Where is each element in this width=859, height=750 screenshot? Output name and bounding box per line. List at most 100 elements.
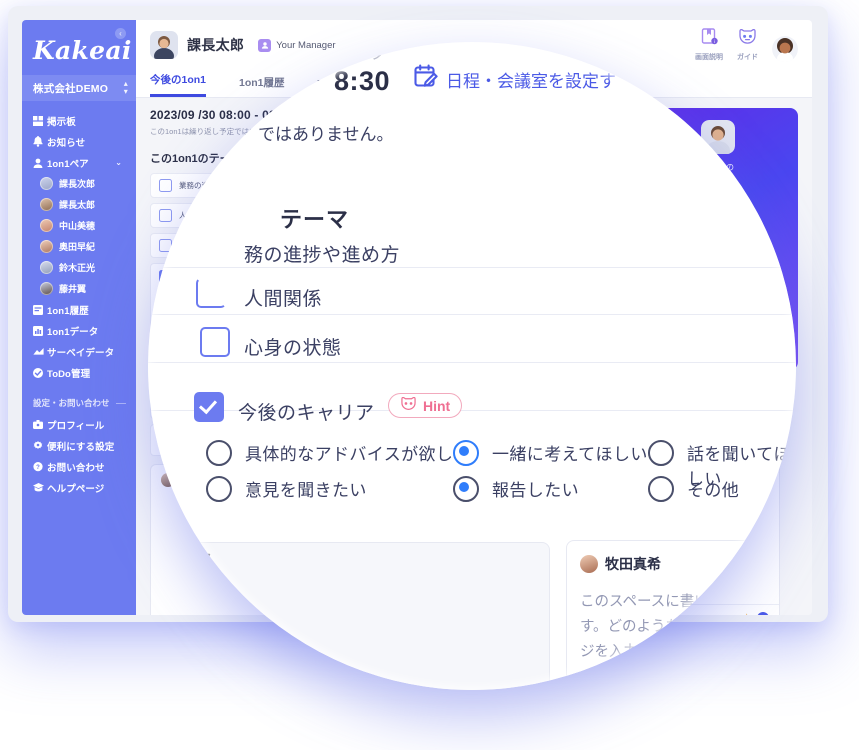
chevron-down-icon[interactable]: ⌄	[115, 158, 122, 167]
sidebar-item-label: 1on1データ	[47, 326, 99, 338]
no-repeat-note-magnified: ではありません。	[258, 125, 394, 144]
hint-badge[interactable]: Hint	[388, 393, 463, 418]
avatar	[40, 282, 53, 295]
checkbox-magnified-checked[interactable]	[194, 392, 224, 422]
sidebar-pair-label: 課長太郎	[59, 200, 96, 210]
sidebar-pair-member[interactable]: 課長太郎	[22, 194, 136, 215]
avatar	[40, 261, 53, 274]
sidebar-pair-member[interactable]: 藤井翼	[22, 278, 136, 299]
divider	[148, 362, 796, 363]
divider	[148, 314, 796, 315]
sidebar-pair-label: 課長次郎	[59, 179, 96, 189]
mascot-icon	[400, 396, 417, 414]
calendar-edit-icon	[414, 64, 438, 94]
radio-want-opinion[interactable]	[206, 476, 232, 502]
set-schedule-room-label: 日程・会議室を設定す	[446, 71, 616, 91]
theme-label-magnified: 人間関係	[244, 289, 323, 310]
theme-heading-magnified: テーマ	[280, 207, 350, 232]
magnifier-content: メッセージ 8:30 日程・会議室を設定す " ではありません。 テーマ 務の進…	[148, 42, 796, 690]
sidebar-pair-member[interactable]: 奥田早紀	[22, 236, 136, 257]
radio-think-together[interactable]	[453, 440, 479, 466]
sidebar-item-label: お知らせ	[47, 137, 86, 149]
sidebar-item-label: 掲示板	[47, 116, 76, 128]
theme-label-magnified: 今後のキャリア	[238, 403, 375, 424]
chart-icon	[33, 325, 47, 336]
avatar	[580, 555, 598, 573]
sidebar-item-label: 1on1ペア	[47, 158, 89, 170]
sidebar-item-help[interactable]: ヘルプページ	[22, 477, 136, 498]
board-icon	[33, 115, 47, 126]
sidebar-item-pairs[interactable]: 1on1ペア ⌄	[22, 152, 136, 173]
sidebar-pair-label: 奥田早紀	[59, 242, 96, 252]
sidebar-collapse-icon[interactable]: ‹	[115, 28, 126, 39]
avatar	[40, 219, 53, 232]
avatar	[40, 240, 53, 253]
question-icon: ?	[33, 461, 47, 472]
avatar	[40, 177, 53, 190]
avatar	[40, 198, 53, 211]
checkbox-magnified[interactable]	[196, 278, 226, 308]
note-card-header-magnified: 牧田真希	[580, 554, 661, 574]
sidebar-item-history[interactable]: 1on1履歴	[22, 299, 136, 320]
sidebar-item-label: ヘルプページ	[47, 483, 105, 495]
sidebar-nav: 掲示板 お知らせ 1on1ペア ⌄ 課長次郎 課長太郎 中山美穂 奥田早紀 鈴木…	[22, 110, 136, 498]
sidebar-item-profile[interactable]: プロフィール	[22, 414, 136, 435]
radio-report[interactable]	[453, 476, 479, 502]
note-card-name: 牧田真希	[605, 556, 661, 572]
sidebar-pair-member[interactable]: 課長次郎	[22, 173, 136, 194]
sidebar-item-data[interactable]: 1on1データ	[22, 320, 136, 341]
note-card-header-magnified: 課長太郎	[148, 550, 211, 570]
check-circle-icon	[33, 367, 47, 378]
company-name: 株式会社DEMO	[33, 82, 109, 95]
svg-text:?: ?	[36, 464, 40, 470]
sidebar-item-label: サーベイデータ	[47, 347, 115, 359]
radio-label: 具体的なアドバイスが欲しい	[245, 445, 471, 464]
radio-specific-advice[interactable]	[206, 440, 232, 466]
note-card-line: このスペースに書いた内容は相	[580, 594, 782, 610]
help-icon	[33, 483, 47, 492]
chevron-updown-icon: ▴ ▾	[123, 79, 128, 96]
sidebar-pair-member[interactable]: 中山美穂	[22, 215, 136, 236]
person-icon	[33, 158, 47, 168]
bell-icon	[33, 136, 47, 147]
hint-label: Hint	[423, 397, 451, 414]
note-card-line: ジを入力しましょう！1on	[580, 644, 750, 660]
sidebar-section-label: 設定・お問い合わせ	[33, 398, 110, 408]
sidebar-item-label: ToDo管理	[47, 368, 91, 380]
sidebar-item-notices[interactable]: お知らせ	[22, 131, 136, 152]
tab-messages-magnified[interactable]: メッセージ	[328, 47, 384, 66]
sidebar: ‹ Kakeai 株式会社DEMO ▴ ▾ 掲示板 お知らせ 1on1ペア ⌄ …	[22, 20, 136, 615]
profile-icon	[33, 420, 47, 429]
meeting-time-magnified: 8:30	[334, 66, 391, 96]
radio-other[interactable]	[648, 476, 674, 502]
sidebar-item-todo[interactable]: ToDo管理	[22, 362, 136, 383]
set-schedule-room-button[interactable]: 日程・会議室を設定す	[414, 64, 616, 94]
sidebar-item-survey[interactable]: サーベイデータ	[22, 341, 136, 362]
screenshot-stage: ‹ Kakeai 株式会社DEMO ▴ ▾ 掲示板 お知らせ 1on1ペア ⌄ …	[0, 0, 859, 750]
sidebar-item-label: お問い合わせ	[47, 462, 105, 474]
note-card-name: 課長太郎	[155, 552, 211, 568]
radio-label: 意見を聞きたい	[245, 481, 367, 500]
radio-want-listening[interactable]	[648, 440, 674, 466]
checkbox-magnified[interactable]	[200, 327, 230, 357]
sidebar-item-contact[interactable]: ? お問い合わせ	[22, 456, 136, 477]
sidebar-pair-label: 鈴木正光	[59, 263, 96, 273]
gear-icon	[33, 440, 47, 451]
sidebar-item-label: 便利にする設定	[47, 441, 115, 453]
sidebar-item-settings[interactable]: 便利にする設定	[22, 435, 136, 456]
sidebar-item-label: 1on1履歴	[47, 305, 89, 317]
app-logo: Kakeai	[33, 36, 132, 65]
company-selector[interactable]: 株式会社DEMO ▴ ▾	[22, 75, 136, 101]
sidebar-section-title: 設定・お問い合わせ	[22, 383, 136, 414]
sidebar-item-label: プロフィール	[47, 420, 105, 432]
radio-label: その他	[687, 481, 740, 500]
theme-label-magnified: 心身の状態	[244, 338, 342, 359]
radio-label: 一緒に考えてほしい	[492, 445, 648, 464]
magnifier-lens: メッセージ 8:30 日程・会議室を設定す " ではありません。 テーマ 務の進…	[148, 42, 796, 690]
sidebar-pair-label: 藤井翼	[59, 284, 87, 294]
survey-icon	[33, 347, 47, 356]
history-icon	[33, 304, 47, 315]
sidebar-item-board[interactable]: 掲示板	[22, 110, 136, 131]
sidebar-pair-label: 中山美穂	[59, 221, 96, 231]
sidebar-pair-member[interactable]: 鈴木正光	[22, 257, 136, 278]
